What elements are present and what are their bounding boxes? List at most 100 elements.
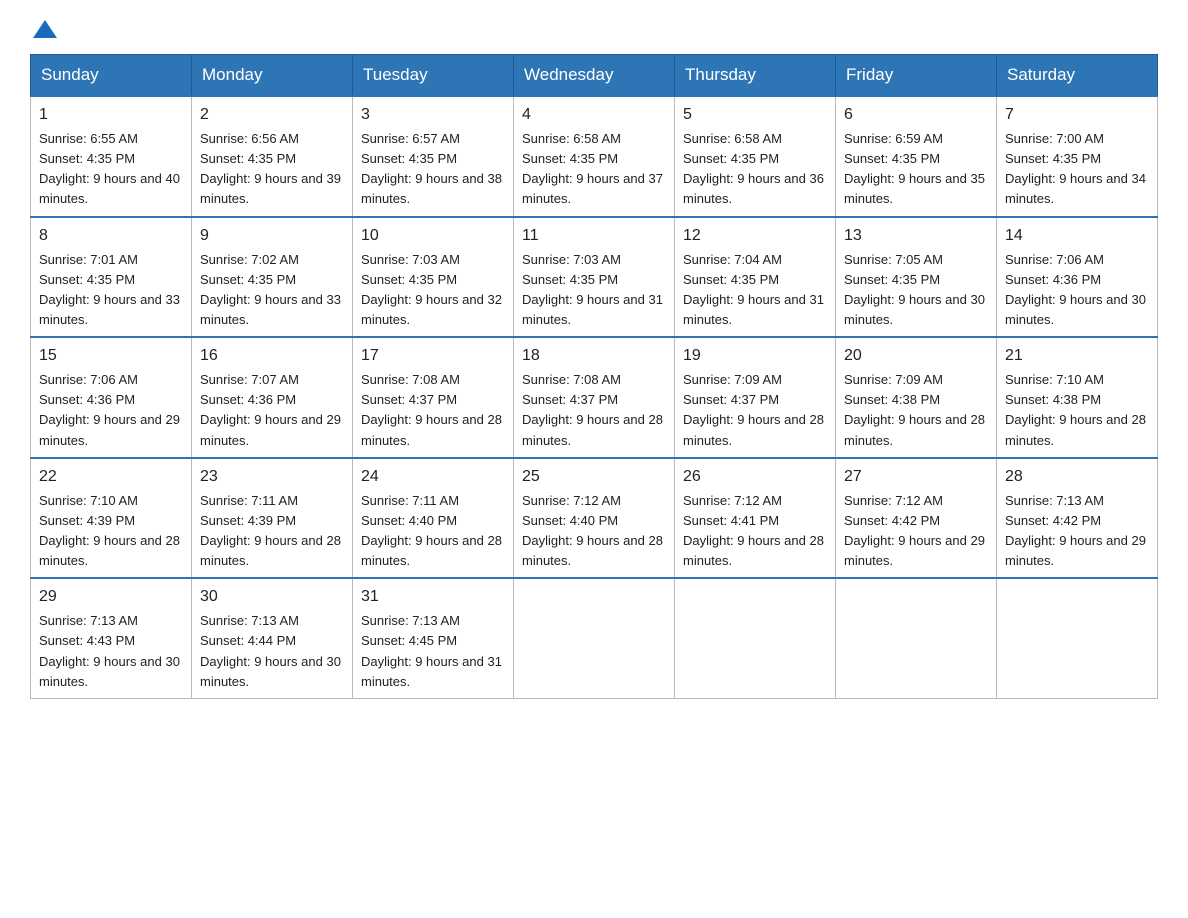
calendar-cell: 31 Sunrise: 7:13 AMSunset: 4:45 PMDaylig… xyxy=(353,578,514,698)
day-info: Sunrise: 7:04 AMSunset: 4:35 PMDaylight:… xyxy=(683,252,824,327)
day-header-monday: Monday xyxy=(192,55,353,97)
page-header xyxy=(30,20,1158,34)
day-info: Sunrise: 7:13 AMSunset: 4:44 PMDaylight:… xyxy=(200,613,341,688)
calendar-cell: 28 Sunrise: 7:13 AMSunset: 4:42 PMDaylig… xyxy=(997,458,1158,579)
calendar-cell xyxy=(675,578,836,698)
day-header-sunday: Sunday xyxy=(31,55,192,97)
day-info: Sunrise: 7:03 AMSunset: 4:35 PMDaylight:… xyxy=(522,252,663,327)
week-row-2: 8 Sunrise: 7:01 AMSunset: 4:35 PMDayligh… xyxy=(31,217,1158,338)
logo xyxy=(30,20,60,34)
day-number: 21 xyxy=(1005,344,1149,368)
calendar-cell: 22 Sunrise: 7:10 AMSunset: 4:39 PMDaylig… xyxy=(31,458,192,579)
calendar-cell: 27 Sunrise: 7:12 AMSunset: 4:42 PMDaylig… xyxy=(836,458,997,579)
day-number: 22 xyxy=(39,465,183,489)
week-row-1: 1 Sunrise: 6:55 AMSunset: 4:35 PMDayligh… xyxy=(31,96,1158,217)
day-info: Sunrise: 7:12 AMSunset: 4:42 PMDaylight:… xyxy=(844,493,985,568)
calendar-cell: 2 Sunrise: 6:56 AMSunset: 4:35 PMDayligh… xyxy=(192,96,353,217)
calendar-cell xyxy=(997,578,1158,698)
day-header-friday: Friday xyxy=(836,55,997,97)
calendar-cell: 6 Sunrise: 6:59 AMSunset: 4:35 PMDayligh… xyxy=(836,96,997,217)
day-number: 20 xyxy=(844,344,988,368)
day-info: Sunrise: 7:09 AMSunset: 4:38 PMDaylight:… xyxy=(844,372,985,447)
day-info: Sunrise: 7:05 AMSunset: 4:35 PMDaylight:… xyxy=(844,252,985,327)
day-header-saturday: Saturday xyxy=(997,55,1158,97)
calendar-cell: 11 Sunrise: 7:03 AMSunset: 4:35 PMDaylig… xyxy=(514,217,675,338)
day-number: 9 xyxy=(200,224,344,248)
week-row-4: 22 Sunrise: 7:10 AMSunset: 4:39 PMDaylig… xyxy=(31,458,1158,579)
day-info: Sunrise: 7:12 AMSunset: 4:40 PMDaylight:… xyxy=(522,493,663,568)
day-info: Sunrise: 7:10 AMSunset: 4:39 PMDaylight:… xyxy=(39,493,180,568)
calendar-cell: 7 Sunrise: 7:00 AMSunset: 4:35 PMDayligh… xyxy=(997,96,1158,217)
day-info: Sunrise: 6:58 AMSunset: 4:35 PMDaylight:… xyxy=(683,131,824,206)
calendar-cell: 9 Sunrise: 7:02 AMSunset: 4:35 PMDayligh… xyxy=(192,217,353,338)
day-number: 17 xyxy=(361,344,505,368)
day-info: Sunrise: 7:06 AMSunset: 4:36 PMDaylight:… xyxy=(39,372,180,447)
calendar-cell: 3 Sunrise: 6:57 AMSunset: 4:35 PMDayligh… xyxy=(353,96,514,217)
day-number: 24 xyxy=(361,465,505,489)
day-info: Sunrise: 7:01 AMSunset: 4:35 PMDaylight:… xyxy=(39,252,180,327)
day-info: Sunrise: 6:56 AMSunset: 4:35 PMDaylight:… xyxy=(200,131,341,206)
calendar-cell: 20 Sunrise: 7:09 AMSunset: 4:38 PMDaylig… xyxy=(836,337,997,458)
calendar-cell: 5 Sunrise: 6:58 AMSunset: 4:35 PMDayligh… xyxy=(675,96,836,217)
day-number: 18 xyxy=(522,344,666,368)
day-number: 6 xyxy=(844,103,988,127)
day-number: 7 xyxy=(1005,103,1149,127)
day-info: Sunrise: 6:59 AMSunset: 4:35 PMDaylight:… xyxy=(844,131,985,206)
calendar-cell xyxy=(514,578,675,698)
day-header-row: SundayMondayTuesdayWednesdayThursdayFrid… xyxy=(31,55,1158,97)
day-number: 16 xyxy=(200,344,344,368)
logo-triangle-icon xyxy=(33,20,57,38)
day-number: 28 xyxy=(1005,465,1149,489)
day-info: Sunrise: 7:12 AMSunset: 4:41 PMDaylight:… xyxy=(683,493,824,568)
day-number: 5 xyxy=(683,103,827,127)
day-number: 30 xyxy=(200,585,344,609)
calendar-cell: 16 Sunrise: 7:07 AMSunset: 4:36 PMDaylig… xyxy=(192,337,353,458)
day-number: 3 xyxy=(361,103,505,127)
day-number: 10 xyxy=(361,224,505,248)
day-info: Sunrise: 7:03 AMSunset: 4:35 PMDaylight:… xyxy=(361,252,502,327)
day-number: 27 xyxy=(844,465,988,489)
day-info: Sunrise: 7:13 AMSunset: 4:43 PMDaylight:… xyxy=(39,613,180,688)
day-info: Sunrise: 7:08 AMSunset: 4:37 PMDaylight:… xyxy=(361,372,502,447)
day-info: Sunrise: 7:00 AMSunset: 4:35 PMDaylight:… xyxy=(1005,131,1146,206)
calendar-cell: 21 Sunrise: 7:10 AMSunset: 4:38 PMDaylig… xyxy=(997,337,1158,458)
day-number: 14 xyxy=(1005,224,1149,248)
day-header-tuesday: Tuesday xyxy=(353,55,514,97)
calendar-cell: 29 Sunrise: 7:13 AMSunset: 4:43 PMDaylig… xyxy=(31,578,192,698)
day-number: 31 xyxy=(361,585,505,609)
calendar-cell: 8 Sunrise: 7:01 AMSunset: 4:35 PMDayligh… xyxy=(31,217,192,338)
day-number: 4 xyxy=(522,103,666,127)
day-number: 15 xyxy=(39,344,183,368)
calendar-cell xyxy=(836,578,997,698)
calendar-cell: 4 Sunrise: 6:58 AMSunset: 4:35 PMDayligh… xyxy=(514,96,675,217)
week-row-3: 15 Sunrise: 7:06 AMSunset: 4:36 PMDaylig… xyxy=(31,337,1158,458)
calendar-cell: 26 Sunrise: 7:12 AMSunset: 4:41 PMDaylig… xyxy=(675,458,836,579)
day-info: Sunrise: 7:13 AMSunset: 4:42 PMDaylight:… xyxy=(1005,493,1146,568)
day-info: Sunrise: 6:58 AMSunset: 4:35 PMDaylight:… xyxy=(522,131,663,206)
calendar-cell: 14 Sunrise: 7:06 AMSunset: 4:36 PMDaylig… xyxy=(997,217,1158,338)
day-number: 11 xyxy=(522,224,666,248)
day-header-wednesday: Wednesday xyxy=(514,55,675,97)
calendar-table: SundayMondayTuesdayWednesdayThursdayFrid… xyxy=(30,54,1158,699)
day-number: 1 xyxy=(39,103,183,127)
day-info: Sunrise: 7:08 AMSunset: 4:37 PMDaylight:… xyxy=(522,372,663,447)
day-header-thursday: Thursday xyxy=(675,55,836,97)
day-number: 23 xyxy=(200,465,344,489)
day-number: 2 xyxy=(200,103,344,127)
calendar-cell: 24 Sunrise: 7:11 AMSunset: 4:40 PMDaylig… xyxy=(353,458,514,579)
day-info: Sunrise: 7:11 AMSunset: 4:39 PMDaylight:… xyxy=(200,493,341,568)
day-info: Sunrise: 7:11 AMSunset: 4:40 PMDaylight:… xyxy=(361,493,502,568)
day-number: 8 xyxy=(39,224,183,248)
calendar-cell: 10 Sunrise: 7:03 AMSunset: 4:35 PMDaylig… xyxy=(353,217,514,338)
day-info: Sunrise: 7:10 AMSunset: 4:38 PMDaylight:… xyxy=(1005,372,1146,447)
calendar-cell: 23 Sunrise: 7:11 AMSunset: 4:39 PMDaylig… xyxy=(192,458,353,579)
day-number: 25 xyxy=(522,465,666,489)
day-number: 19 xyxy=(683,344,827,368)
day-info: Sunrise: 7:13 AMSunset: 4:45 PMDaylight:… xyxy=(361,613,502,688)
day-info: Sunrise: 6:55 AMSunset: 4:35 PMDaylight:… xyxy=(39,131,180,206)
day-number: 13 xyxy=(844,224,988,248)
day-info: Sunrise: 7:09 AMSunset: 4:37 PMDaylight:… xyxy=(683,372,824,447)
day-number: 26 xyxy=(683,465,827,489)
day-info: Sunrise: 6:57 AMSunset: 4:35 PMDaylight:… xyxy=(361,131,502,206)
calendar-cell: 15 Sunrise: 7:06 AMSunset: 4:36 PMDaylig… xyxy=(31,337,192,458)
